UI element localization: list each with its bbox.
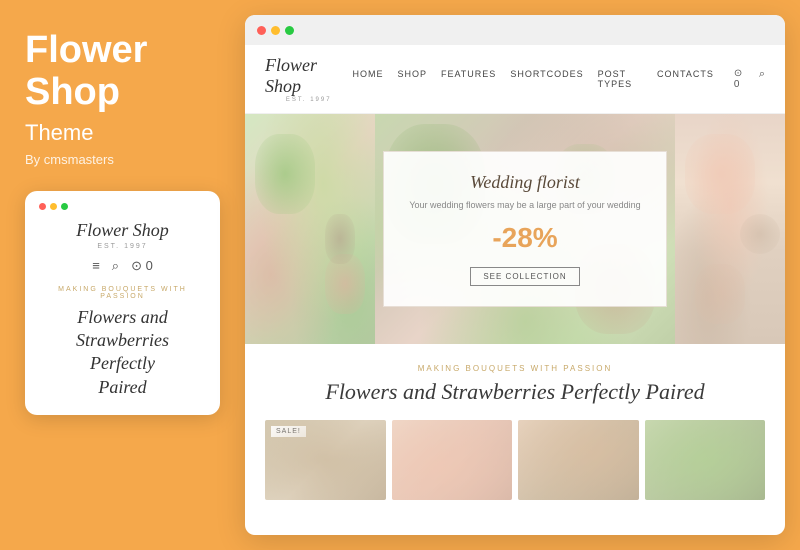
- product-thumb-1[interactable]: SALE!: [265, 420, 386, 500]
- theme-subtitle: Theme: [25, 120, 220, 146]
- mobile-logo: Flower Shop: [39, 220, 206, 241]
- mobile-tagline: Making Bouquets With Passion: [39, 286, 206, 300]
- browser-dot-green[interactable]: [285, 26, 294, 35]
- search-icon[interactable]: ⌕: [112, 258, 119, 274]
- dot-yellow: [50, 203, 57, 210]
- browser-content: Flower Shop EST. 1997 Home Shop Features…: [245, 45, 785, 535]
- mobile-nav-icons: ≡ ⌕ ⊙ 0: [39, 258, 206, 274]
- nav-links: Home Shop Features Shortcodes Post Types…: [352, 69, 713, 89]
- nav-shop[interactable]: Shop: [397, 69, 427, 89]
- site-logo-est: EST. 1997: [265, 97, 352, 103]
- hero-card-subtitle: Your wedding flowers may be a large part…: [409, 199, 640, 212]
- nav-shortcodes[interactable]: Shortcodes: [510, 69, 583, 89]
- content-heading: Flowers and Strawberries Perfectly Paire…: [265, 379, 765, 405]
- browser-dot-yellow[interactable]: [271, 26, 280, 35]
- nav-features[interactable]: Features: [441, 69, 496, 89]
- theme-by: By cmsmasters: [25, 152, 220, 167]
- cart-nav-icon[interactable]: ⊙ 0: [734, 68, 749, 90]
- product-thumb-2[interactable]: [392, 420, 513, 500]
- hamburger-icon[interactable]: ≡: [92, 258, 100, 274]
- title-line2: Shop: [25, 71, 120, 113]
- hero-center-area: Wedding florist Your wedding flowers may…: [375, 114, 675, 344]
- site-logo[interactable]: Flower Shop EST. 1997: [265, 55, 352, 103]
- product-strip: SALE!: [245, 420, 785, 500]
- browser-window: Flower Shop EST. 1997 Home Shop Features…: [245, 15, 785, 535]
- hero-card-discount: -28%: [409, 222, 640, 254]
- hero-left-image: [245, 114, 375, 344]
- left-panel: Flower Shop Theme By cmsmasters Flower S…: [0, 0, 245, 550]
- content-section: Making Bouquets With Passion Flowers and…: [245, 344, 785, 420]
- mobile-est: EST. 1997: [39, 243, 206, 250]
- nav-action-icons: ⊙ 0 ⌕: [734, 68, 765, 90]
- content-tagline: Making Bouquets With Passion: [265, 364, 765, 373]
- nav-home[interactable]: Home: [352, 69, 383, 89]
- nav-contacts[interactable]: Contacts: [657, 69, 714, 89]
- theme-title: Flower Shop: [25, 30, 220, 114]
- see-collection-button[interactable]: SEE COLLECTION: [470, 267, 579, 286]
- browser-bar: [245, 15, 785, 45]
- hero-card-title: Wedding florist: [409, 172, 640, 193]
- dot-red: [39, 203, 46, 210]
- dot-green: [61, 203, 68, 210]
- product-thumb-3[interactable]: [518, 420, 639, 500]
- title-line1: Flower: [25, 29, 147, 71]
- hero-right-image: [675, 114, 785, 344]
- hero-section: Wedding florist Your wedding flowers may…: [245, 114, 785, 344]
- browser-dot-red[interactable]: [257, 26, 266, 35]
- product-thumb-4[interactable]: [645, 420, 766, 500]
- mobile-preview-card: Flower Shop EST. 1997 ≡ ⌕ ⊙ 0 Making Bou…: [25, 191, 220, 416]
- cart-icon[interactable]: ⊙ 0: [131, 258, 153, 274]
- mobile-window-dots: [39, 203, 206, 210]
- nav-post-types[interactable]: Post Types: [598, 69, 643, 89]
- site-navigation: Flower Shop EST. 1997 Home Shop Features…: [245, 45, 785, 114]
- search-nav-icon[interactable]: ⌕: [759, 68, 765, 90]
- mobile-heading: Flowers andStrawberriesPerfectlyPaired: [39, 306, 206, 400]
- hero-promo-card: Wedding florist Your wedding flowers may…: [383, 151, 666, 307]
